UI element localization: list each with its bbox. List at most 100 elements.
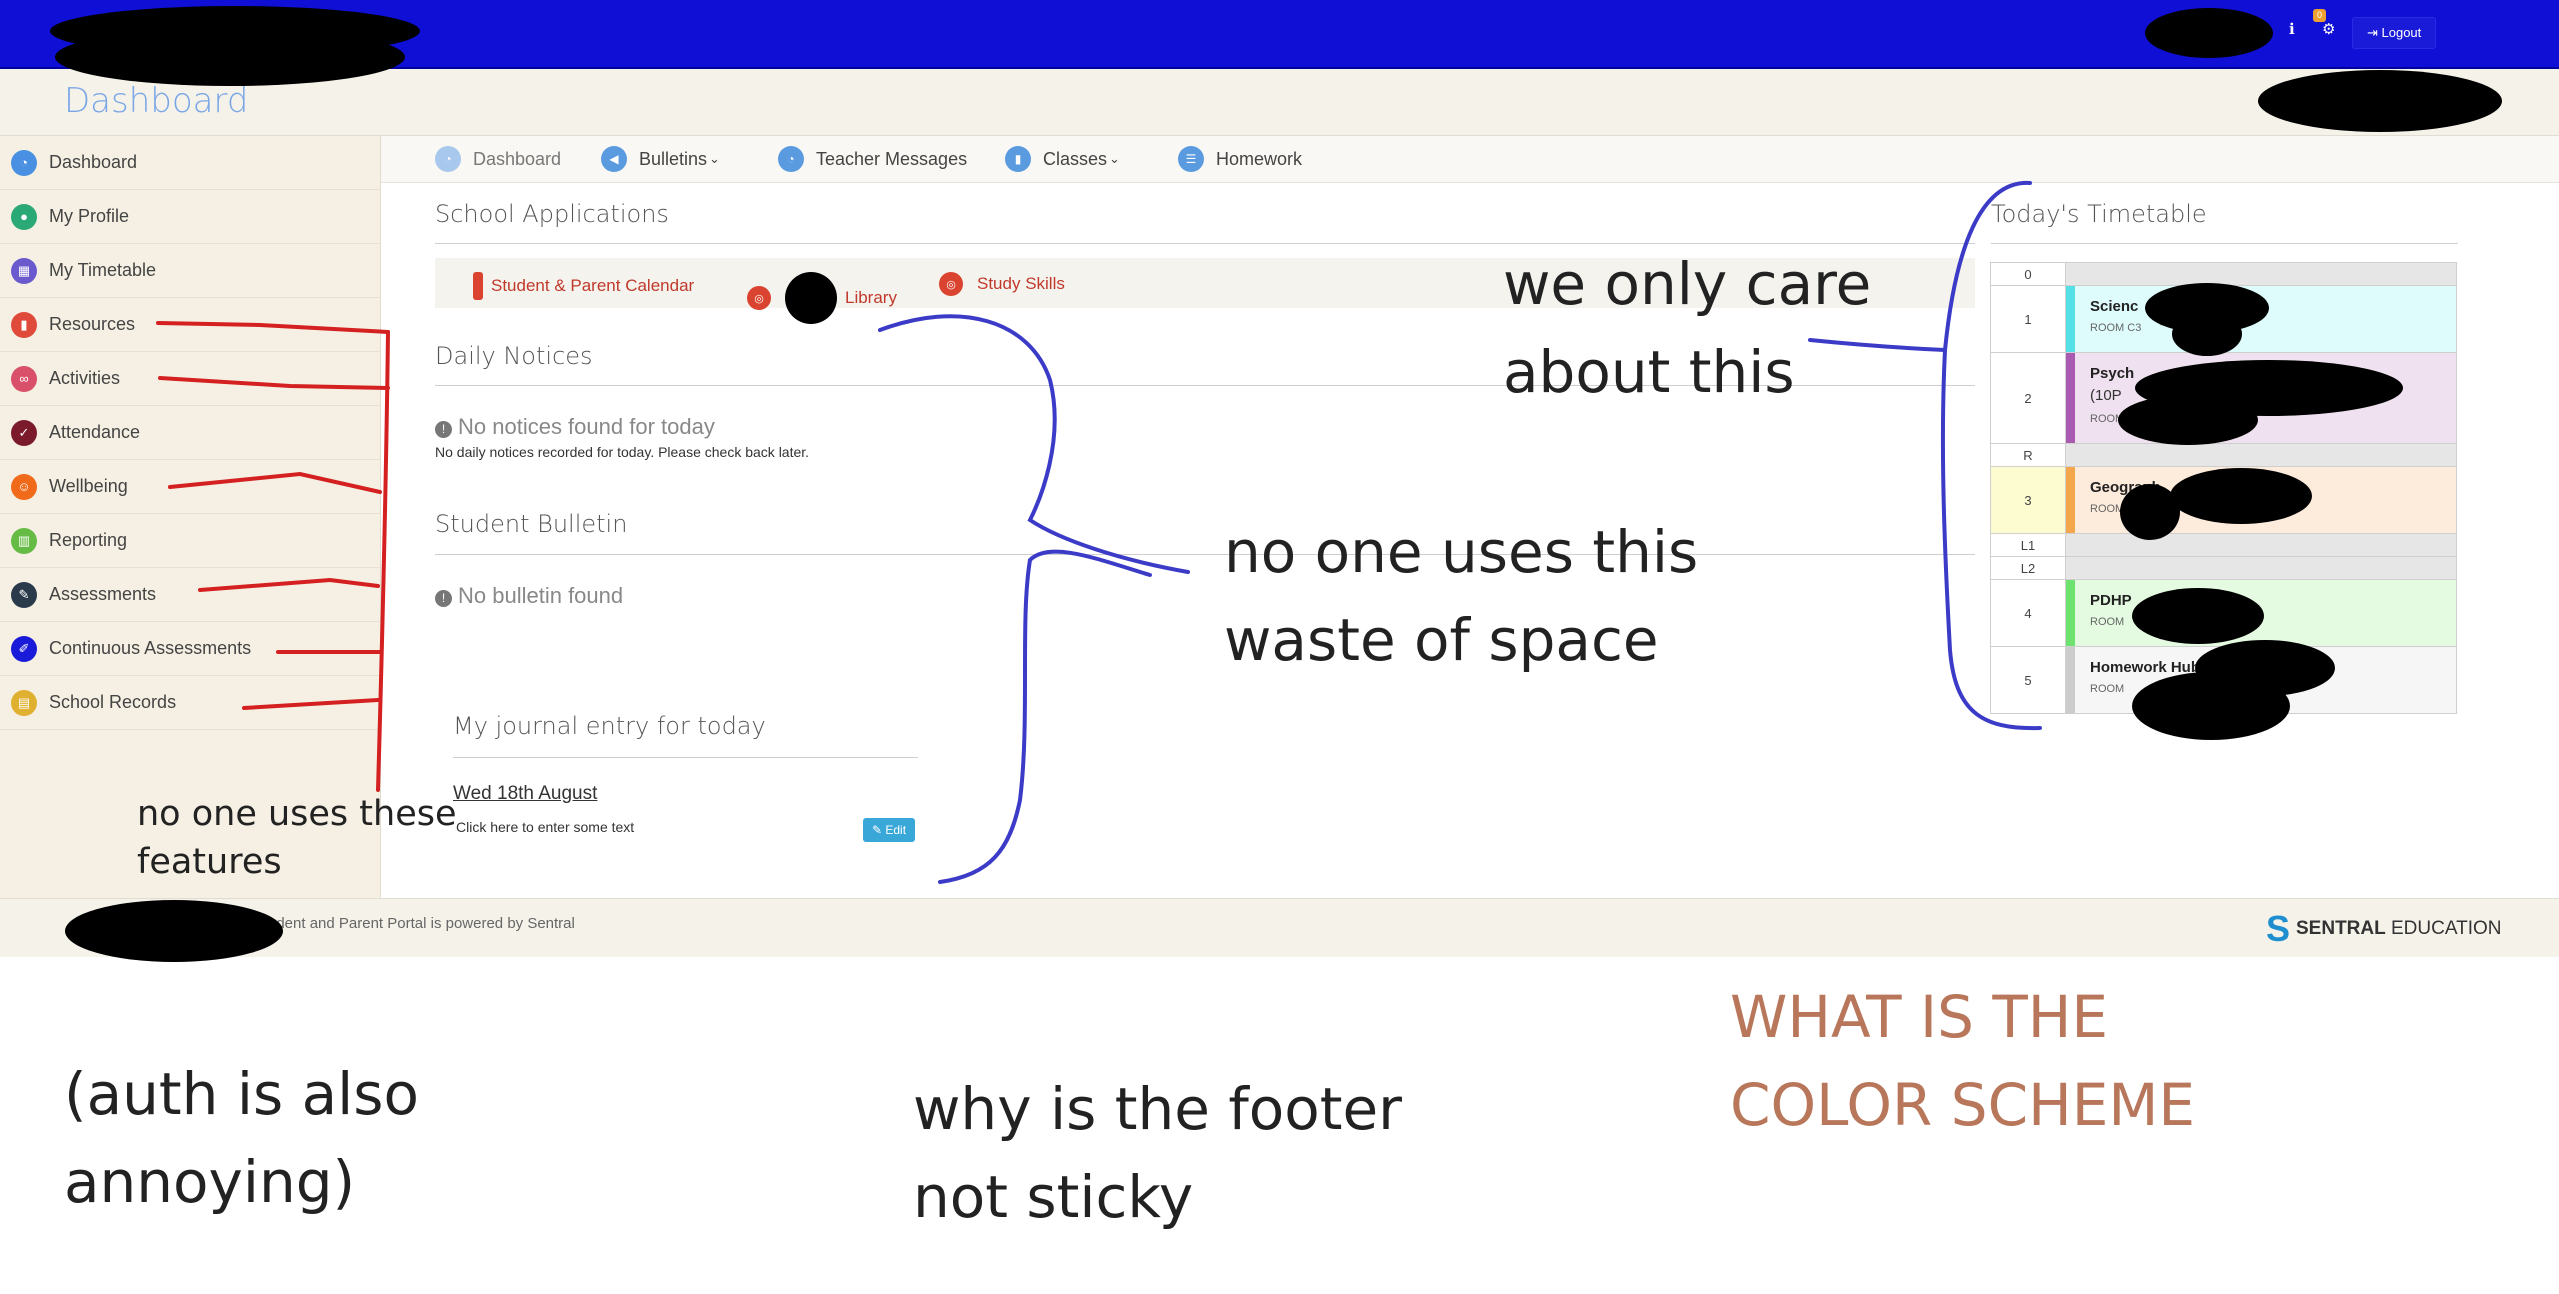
smile-icon: ☺ [11, 473, 37, 500]
empty-title: No notices found for today [458, 414, 715, 439]
sidebar-item-label: Wellbeing [49, 476, 128, 496]
brand-rest: EDUCATION [2385, 918, 2502, 939]
logout-icon: ⇥ [2367, 25, 2382, 40]
room-label: ROOM C3 [2090, 322, 2142, 334]
timetable-row: L1 [1990, 534, 2457, 557]
annotation-auth: (auth is also annoying) [64, 1050, 419, 1226]
tab-dashboard[interactable]: ◔ Dashboard [435, 146, 561, 172]
subject-color-strip [2066, 580, 2075, 646]
period-label: 1 [1991, 286, 2066, 352]
sidebar-item-reporting[interactable]: ▥ Reporting [0, 514, 380, 568]
sidebar-item-label: School Records [49, 692, 177, 712]
sidebar-item-assessments[interactable]: ✎ Assessments [0, 568, 380, 622]
annotation-waste: no one uses this waste of space [1224, 508, 1698, 684]
edit-button[interactable]: ✎ Edit [863, 818, 915, 842]
journal-date: Wed 18th August [453, 783, 598, 804]
app-link-label: Student & Parent Calendar [491, 276, 695, 295]
annotation-line: features [137, 842, 282, 882]
sentral-wordmark: SENTRAL EDUCATION [2296, 918, 2502, 940]
class-code: (10P [2090, 387, 2122, 404]
sentral-logo: S SENTRAL EDUCATION [2266, 911, 2502, 947]
pencil-icon: ✎ [871, 823, 886, 837]
subject-color-strip [2066, 286, 2075, 352]
app-link-study-skills[interactable]: ◎ Study Skills [939, 272, 1065, 296]
info-icon[interactable]: ℹ [2289, 20, 2295, 38]
tab-label: Classes [1043, 148, 1108, 169]
subject-name: Scienc [2090, 298, 2139, 315]
gear-icon[interactable]: ⚙ [2322, 20, 2335, 38]
tab-label: Teacher Messages [816, 148, 968, 169]
annotation-line: annoying) [64, 1148, 356, 1216]
sidebar-item-resources[interactable]: ▮ Resources [0, 298, 380, 352]
tab-label: Dashboard [473, 148, 562, 169]
sidebar-item-activities[interactable]: ∞ Activities [0, 352, 380, 406]
redaction [2172, 312, 2242, 356]
pencil-icon: ✎ [11, 581, 37, 608]
calendar-marker-icon [473, 272, 483, 300]
divider [435, 554, 1975, 555]
tab-teacher-messages[interactable]: ◔ Teacher Messages [778, 146, 967, 172]
notification-badge: 0 [2313, 9, 2326, 22]
redaction [55, 28, 405, 86]
period-label: 5 [1991, 647, 2066, 713]
annotation-features: no one uses these features [137, 790, 457, 886]
sidebar-item-label: Resources [49, 314, 136, 334]
logout-button[interactable]: ⇥ Logout [2352, 17, 2437, 49]
exclamation-icon: ! [435, 590, 452, 607]
empty-title: No bulletin found [458, 583, 624, 608]
redaction [2258, 70, 2502, 132]
annotation-footer: why is the footer not sticky [913, 1065, 1402, 1241]
annotation-line: no one uses this [1224, 518, 1699, 586]
subject-name: Psych [2090, 365, 2135, 382]
annotation-line: about this [1503, 338, 1795, 406]
subject-name: PDHP [2090, 592, 2132, 609]
sentral-s-icon: S [2266, 908, 2291, 949]
subject-color-strip [2066, 467, 2075, 533]
sidebar-item-my-timetable[interactable]: ▦ My Timetable [0, 244, 380, 298]
sidebar: ◔ Dashboard ● My Profile ▦ My Timetable … [0, 136, 381, 898]
annotation-line: COLOR SCHEME [1730, 1071, 2196, 1139]
period-label: 0 [1991, 263, 2066, 285]
timetable-title: Today's Timetable [1991, 200, 2207, 228]
dashboard-icon: ◔ [11, 149, 37, 176]
sidebar-item-school-records[interactable]: ▤ School Records [0, 676, 380, 730]
sidebar-item-label: Dashboard [49, 152, 138, 172]
period-label: 3 [1991, 467, 2066, 533]
period-label: 4 [1991, 580, 2066, 646]
globe-icon: ◎ [747, 286, 771, 310]
subject-color-strip [2066, 353, 2075, 443]
globe-icon: ◎ [939, 272, 963, 296]
student-bulletin-title: Student Bulletin [435, 510, 628, 538]
divider [1991, 243, 2458, 244]
journal-entry-text[interactable]: Click here to enter some text [456, 819, 634, 835]
page-header: Dashboard [0, 69, 2559, 136]
tab-bulletins[interactable]: ◀ Bulletins ⌄ [601, 146, 720, 172]
annotation-care: we only care about this [1503, 240, 1871, 416]
calendar-icon: ▦ [11, 257, 37, 284]
chevron-down-icon: ⌄ [709, 151, 720, 166]
app-link-library[interactable]: ◎ Library [747, 272, 897, 324]
tab-label: Homework [1216, 148, 1303, 169]
sidebar-item-wellbeing[interactable]: ☺ Wellbeing [0, 460, 380, 514]
sidebar-item-label: My Profile [49, 206, 130, 226]
redaction [65, 900, 283, 962]
annotation-line: why is the footer [913, 1075, 1403, 1143]
app-link-calendar[interactable]: Student & Parent Calendar [473, 272, 694, 300]
sidebar-item-label: Activities [49, 368, 121, 388]
folder-icon: ▤ [11, 689, 37, 716]
sidebar-item-attendance[interactable]: ✓ Attendance [0, 406, 380, 460]
page-title: Dashboard [64, 81, 249, 121]
user-icon: ● [11, 203, 37, 230]
annotation-line: not sticky [913, 1163, 1194, 1231]
sidebar-item-continuous-assessments[interactable]: ✐ Continuous Assessments [0, 622, 380, 676]
sidebar-item-dashboard[interactable]: ◔ Dashboard [0, 136, 380, 190]
annotation-line: no one uses these [137, 794, 457, 834]
timetable-row: 0 [1990, 263, 2457, 286]
tab-homework[interactable]: ☰ Homework [1178, 146, 1302, 172]
sidebar-item-my-profile[interactable]: ● My Profile [0, 190, 380, 244]
annotation-line: waste of space [1224, 606, 1659, 674]
edit-label: Edit [885, 823, 907, 837]
tab-classes[interactable]: ▮ Classes ⌄ [1005, 146, 1120, 172]
daily-notices-title: Daily Notices [435, 342, 593, 370]
daily-notices-sub: No daily notices recorded for today. Ple… [435, 444, 810, 460]
